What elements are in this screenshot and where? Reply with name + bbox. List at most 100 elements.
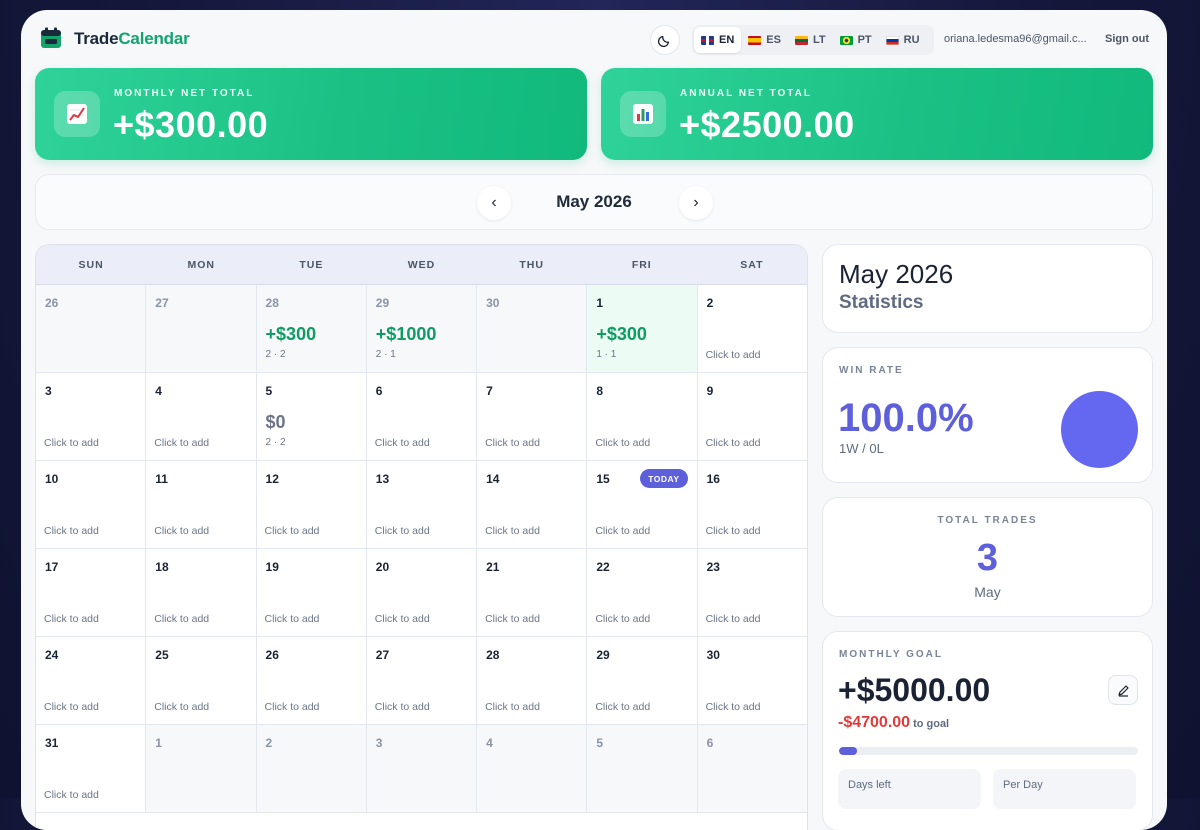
- day-number: 16: [706, 472, 720, 486]
- sign-out-button[interactable]: Sign out: [1105, 33, 1149, 45]
- total-trades-label: TOTAL TRADES: [937, 515, 1038, 526]
- day-cell[interactable]: 2: [256, 725, 367, 813]
- day-cell[interactable]: 1: [146, 725, 257, 813]
- day-cell[interactable]: 29 Click to add: [587, 637, 698, 725]
- brand-trade: Trade: [74, 29, 119, 48]
- monthly-net-total-card: MONTHLY NET TOTAL +$300.00: [35, 68, 587, 160]
- click-to-add-hint: Click to add: [154, 613, 210, 625]
- weekday-header: MON: [187, 258, 215, 271]
- day-cell[interactable]: 5: [587, 725, 698, 813]
- day-cell[interactable]: 28 Click to add: [477, 637, 588, 725]
- day-cell[interactable]: 6: [697, 725, 807, 813]
- day-cell[interactable]: 2 Click to add: [697, 285, 807, 373]
- chart-increasing-icon: [54, 91, 100, 137]
- day-cell[interactable]: 19 Click to add: [256, 549, 367, 637]
- flag-br-icon: [839, 35, 853, 45]
- day-cell[interactable]: 30: [477, 285, 588, 373]
- click-to-add-hint: Click to add: [44, 789, 99, 801]
- weekday-header: WED: [407, 258, 436, 271]
- day-cell[interactable]: 26 Click to add: [256, 637, 367, 725]
- click-to-add-hint: Click to add: [154, 525, 210, 537]
- lang-es[interactable]: ES: [741, 27, 788, 53]
- day-cell[interactable]: 5 $0 2 · 2: [256, 373, 367, 461]
- day-number: 20: [375, 560, 390, 574]
- day-cell[interactable]: 8 Click to add: [587, 373, 698, 461]
- day-pnl: $0: [265, 412, 286, 432]
- lang-lt-label: LT: [812, 34, 826, 46]
- goal-progress-fill: [839, 747, 857, 755]
- weekday-header: THU: [519, 258, 544, 271]
- day-cell[interactable]: 24 Click to add: [36, 637, 147, 725]
- day-number: 5: [596, 736, 604, 750]
- day-number: 1: [155, 736, 162, 750]
- day-cell-today[interactable]: 15 TODAY Click to add: [587, 461, 698, 549]
- lang-en-label: EN: [719, 34, 735, 46]
- click-to-add-hint: Click to add: [264, 613, 320, 625]
- day-number: 7: [486, 384, 493, 398]
- header: TradeCalendar EN ES LT PT RU oriana.lede…: [21, 10, 1167, 68]
- day-cell[interactable]: 3 Click to add: [36, 373, 147, 461]
- day-cell[interactable]: 6 Click to add: [366, 373, 478, 461]
- lang-en[interactable]: EN: [694, 27, 742, 53]
- days-left-box: Days left: [838, 769, 981, 809]
- app-window: TradeCalendar EN ES LT PT RU oriana.lede…: [21, 10, 1167, 830]
- click-to-add-hint: Click to add: [374, 525, 430, 537]
- day-trade-count: 1 · 1: [596, 349, 617, 360]
- day-number: 30: [706, 648, 720, 662]
- day-number: 29: [375, 296, 390, 310]
- day-cell[interactable]: 18 Click to add: [146, 549, 257, 637]
- day-cell[interactable]: 12 Click to add: [256, 461, 367, 549]
- lang-pt[interactable]: PT: [833, 27, 879, 53]
- next-month-button[interactable]: ›: [679, 186, 713, 220]
- click-to-add-hint: Click to add: [374, 701, 430, 713]
- day-cell[interactable]: 14 Click to add: [477, 461, 588, 549]
- day-cell[interactable]: 20 Click to add: [366, 549, 478, 637]
- lang-ru[interactable]: RU: [879, 27, 927, 53]
- day-number: 23: [706, 560, 720, 574]
- day-cell[interactable]: 4: [477, 725, 588, 813]
- monthly-net-total-value: +$300.00: [113, 104, 269, 145]
- day-number: 14: [486, 472, 500, 486]
- day-cell[interactable]: 22 Click to add: [587, 549, 698, 637]
- annual-net-total-card: ANNUAL NET TOTAL +$2500.00: [601, 68, 1153, 160]
- bar-chart-icon: [620, 91, 666, 137]
- day-cell[interactable]: 28 +$300 2 · 2: [256, 285, 367, 373]
- day-cell[interactable]: 7 Click to add: [477, 373, 588, 461]
- day-cell[interactable]: 26: [36, 285, 147, 373]
- per-day-box: Per Day: [993, 769, 1136, 809]
- day-cell[interactable]: 27 Click to add: [366, 637, 478, 725]
- day-cell[interactable]: 4 Click to add: [146, 373, 257, 461]
- day-cell[interactable]: 31 Click to add: [36, 725, 147, 813]
- day-cell[interactable]: 27: [146, 285, 257, 373]
- day-cells: 26 27 28 +$300 2 · 2 29 +$1000 2 · 1 30 1 +$300 1 ·…: [36, 285, 807, 813]
- day-number: 28: [265, 296, 279, 310]
- day-cell[interactable]: 29 +$1000 2 · 1: [366, 285, 478, 373]
- app-brand[interactable]: TradeCalendar: [74, 29, 190, 49]
- lang-lt[interactable]: LT: [788, 27, 833, 53]
- day-cell[interactable]: 10 Click to add: [36, 461, 147, 549]
- weekday-header: FRI: [631, 258, 652, 271]
- edit-goal-button[interactable]: [1108, 675, 1138, 705]
- day-number: 26: [45, 296, 59, 310]
- day-cell[interactable]: 25 Click to add: [146, 637, 257, 725]
- day-cell[interactable]: 16 Click to add: [697, 461, 807, 549]
- days-left-label: Days left: [848, 779, 891, 791]
- day-cell[interactable]: 30 Click to add: [697, 637, 807, 725]
- day-number: 12: [265, 472, 279, 486]
- day-number: 27: [155, 296, 169, 310]
- day-cell[interactable]: 13 Click to add: [366, 461, 478, 549]
- day-cell[interactable]: 23 Click to add: [697, 549, 807, 637]
- theme-toggle-button[interactable]: [650, 25, 680, 55]
- day-cell[interactable]: 11 Click to add: [146, 461, 257, 549]
- lang-es-label: ES: [766, 34, 781, 46]
- click-to-add-hint: Click to add: [44, 701, 99, 713]
- day-cell[interactable]: 9 Click to add: [697, 373, 807, 461]
- day-cell[interactable]: 17 Click to add: [36, 549, 147, 637]
- day-cell[interactable]: 21 Click to add: [477, 549, 588, 637]
- user-email: oriana.ledesma96@gmail.c...: [944, 33, 1087, 45]
- day-cell[interactable]: 3: [366, 725, 478, 813]
- click-to-add-hint: Click to add: [705, 613, 761, 625]
- total-trades-card: TOTAL TRADES 3 May: [822, 497, 1153, 617]
- pencil-icon: [1117, 684, 1129, 697]
- day-cell[interactable]: 1 +$300 1 · 1: [587, 285, 698, 373]
